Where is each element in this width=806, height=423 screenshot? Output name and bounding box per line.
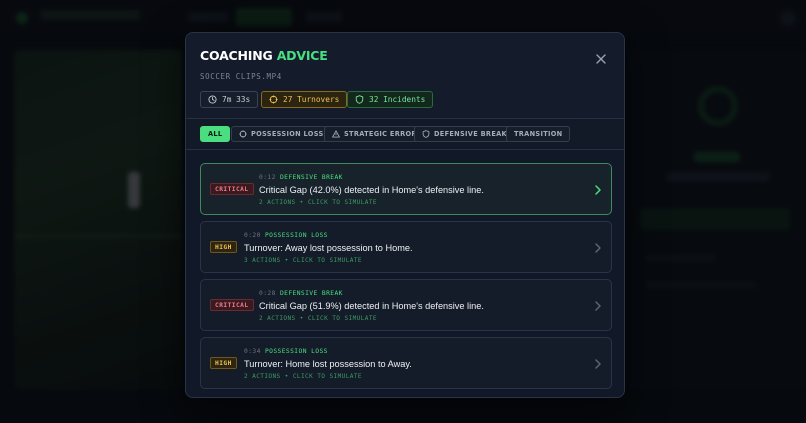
incident-description: Turnover: Home lost possession to Away. (244, 359, 412, 369)
modal-title: COACHING ADVICE (200, 48, 328, 63)
filter-defensive-break[interactable]: DEFENSIVE BREAK (414, 126, 515, 142)
incident-category: POSSESSION LOSS (264, 348, 328, 355)
incident-actions: 2 ACTIONS • CLICK TO SIMULATE (244, 373, 362, 380)
incident-time: 0:12 (259, 174, 276, 181)
crosshair-icon (269, 95, 278, 104)
severity-badge: CRITICAL (210, 299, 254, 311)
chevron-right-icon (595, 359, 601, 369)
file-name: SOCCER CLIPS.MP4 (200, 72, 282, 81)
severity-badge: CRITICAL (210, 183, 254, 195)
turnovers-stat: 27 Turnovers (261, 91, 348, 108)
chevron-right-icon (595, 243, 601, 253)
filter-label: DEFENSIVE BREAK (434, 130, 507, 138)
duration-value: 7m 33s (222, 95, 251, 104)
incident-category: POSSESSION LOSS (264, 232, 328, 239)
close-button[interactable] (590, 47, 612, 69)
crosshair-icon (239, 130, 247, 138)
modal-title-prefix: COACHING (200, 48, 273, 63)
modal-header: COACHING ADVICE SOCCER CLIPS.MP4 7m 33s … (186, 33, 624, 119)
incident-time: 0:20 (244, 232, 261, 239)
incident-actions: 2 ACTIONS • CLICK TO SIMULATE (259, 199, 377, 206)
filter-transition[interactable]: TRANSITION (506, 126, 571, 142)
turnovers-value: 27 Turnovers (283, 95, 340, 104)
warning-triangle-icon (332, 130, 340, 138)
clock-icon (208, 95, 217, 104)
filter-bar: ALL POSSESSION LOSS STRATEGIC ERROR DEFE… (186, 120, 624, 150)
filter-label: STRATEGIC ERROR (344, 130, 417, 138)
incidents-stat: 32 Incidents (347, 91, 434, 108)
incident-card[interactable]: HIGH 0:20 POSSESSION LOSS Turnover: Away… (200, 221, 612, 273)
filter-label: TRANSITION (514, 130, 563, 138)
incident-description: Critical Gap (51.9%) detected in Home's … (259, 301, 484, 311)
coaching-advice-modal: COACHING ADVICE SOCCER CLIPS.MP4 7m 33s … (185, 32, 625, 398)
incident-time: 0:34 (244, 348, 261, 355)
shield-icon (355, 95, 364, 104)
filter-possession-loss[interactable]: POSSESSION LOSS (231, 126, 332, 142)
incident-card[interactable]: HIGH 0:34 POSSESSION LOSS Turnover: Home… (200, 337, 612, 389)
incidents-value: 32 Incidents (369, 95, 426, 104)
incident-list: CRITICAL 0:12 DEFENSIVE BREAK Critical G… (186, 151, 624, 397)
incident-meta: 0:20 POSSESSION LOSS (244, 232, 328, 239)
shield-icon (422, 130, 430, 138)
filter-all[interactable]: ALL (200, 126, 231, 142)
incident-category: DEFENSIVE BREAK (279, 174, 343, 181)
filter-label: ALL (208, 130, 223, 138)
close-icon (596, 54, 606, 64)
filter-strategic-error[interactable]: STRATEGIC ERROR (324, 126, 425, 142)
incident-card[interactable]: CRITICAL 0:12 DEFENSIVE BREAK Critical G… (200, 163, 612, 215)
chevron-right-icon (595, 185, 601, 195)
incident-actions: 2 ACTIONS • CLICK TO SIMULATE (259, 315, 377, 322)
incident-card[interactable]: CRITICAL 0:28 DEFENSIVE BREAK Critical G… (200, 279, 612, 331)
incident-actions: 3 ACTIONS • CLICK TO SIMULATE (244, 257, 362, 264)
incident-meta: 0:12 DEFENSIVE BREAK (259, 174, 343, 181)
chevron-right-icon (595, 301, 601, 311)
severity-badge: HIGH (210, 357, 237, 369)
incident-time: 0:28 (259, 290, 276, 297)
severity-badge: HIGH (210, 241, 237, 253)
duration-stat: 7m 33s (200, 91, 259, 108)
modal-title-accent: ADVICE (276, 48, 328, 63)
incident-description: Turnover: Away lost possession to Home. (244, 243, 413, 253)
incident-description: Critical Gap (42.0%) detected in Home's … (259, 185, 484, 195)
incident-meta: 0:28 DEFENSIVE BREAK (259, 290, 343, 297)
incident-category: DEFENSIVE BREAK (279, 290, 343, 297)
incident-meta: 0:34 POSSESSION LOSS (244, 348, 328, 355)
filter-label: POSSESSION LOSS (251, 130, 324, 138)
